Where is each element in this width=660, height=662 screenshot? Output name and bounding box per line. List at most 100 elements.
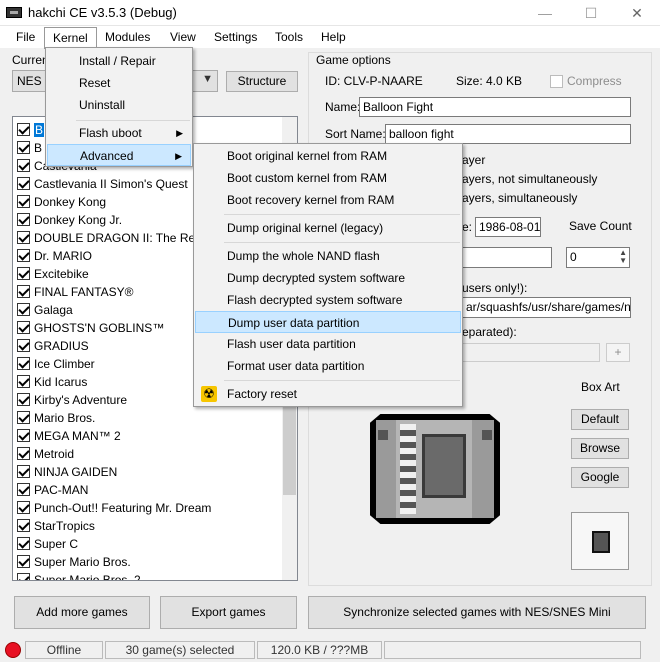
menu-item-advanced[interactable]: Advanced ▶ [47,144,191,166]
menu-help[interactable]: Help [313,26,354,48]
game-checkbox[interactable] [17,303,30,316]
list-item[interactable]: DOUBLE DRAGON II: The Reve [17,229,208,247]
game-checkbox[interactable] [17,483,30,496]
game-checkbox[interactable] [17,159,30,172]
list-item[interactable]: FINAL FANTASY® [17,283,134,301]
players-option-1[interactable]: ayer [462,153,485,167]
compress-checkbox[interactable] [550,75,563,88]
release-date-field[interactable]: 1986-08-01 [475,217,541,237]
command-args-field[interactable]: ar/squashfs/usr/share/games/nes [462,297,631,318]
name-field[interactable]: Balloon Fight [359,97,631,117]
publisher-field[interactable] [462,247,552,268]
menu-settings[interactable]: Settings [206,26,265,48]
game-checkbox[interactable] [17,213,30,226]
menu-item-boot-recovery-kernel[interactable]: Boot recovery kernel from RAM [195,189,461,211]
list-item[interactable]: Galaga [17,301,73,319]
menu-item-factory-reset[interactable]: ☢ Factory reset [195,383,461,405]
list-item[interactable]: Donkey Kong Jr. [17,211,122,229]
game-checkbox[interactable] [17,501,30,514]
game-checkbox[interactable] [17,429,30,442]
menu-item-boot-custom-kernel[interactable]: Boot custom kernel from RAM [195,167,461,189]
list-item[interactable]: MEGA MAN™ 2 [17,427,121,445]
game-checkbox[interactable] [17,177,30,190]
game-checkbox[interactable] [17,339,30,352]
list-item[interactable]: Kirby's Adventure [17,391,127,409]
save-count-stepper[interactable]: 0 ▲ ▼ [566,247,630,268]
game-checkbox[interactable] [17,519,30,532]
list-item[interactable]: Metroid [17,445,74,463]
game-checkbox[interactable] [17,555,30,568]
game-checkbox[interactable] [17,393,30,406]
export-games-button[interactable]: Export games [160,596,297,629]
game-checkbox[interactable] [17,375,30,388]
list-item[interactable]: GHOSTS'N GOBLINS™ [17,319,164,337]
thumbnail-box[interactable] [571,512,629,570]
maximize-button[interactable]: ☐ [568,0,614,26]
list-item[interactable]: Super Mario Bros. 2 [17,571,141,580]
menu-item-format-user-data[interactable]: Format user data partition [195,355,461,377]
list-item[interactable]: Excitebike [17,265,89,283]
menu-view[interactable]: View [162,26,204,48]
menu-item-dump-system-software[interactable]: Dump decrypted system software [195,267,461,289]
list-item[interactable]: B [17,139,42,157]
list-item[interactable]: Super C [17,535,78,553]
menu-item-reset[interactable]: Reset [47,72,191,94]
list-item[interactable]: Castlevania II Simon's Quest [17,175,188,193]
menu-item-flash-uboot[interactable]: Flash uboot ▶ [47,122,191,144]
list-item[interactable]: Kid Icarus [17,373,87,391]
list-item[interactable]: NINJA GAIDEN [17,463,117,481]
game-checkbox[interactable] [17,267,30,280]
game-checkbox[interactable] [17,321,30,334]
game-checkbox[interactable] [17,195,30,208]
browse-button[interactable]: Browse [571,438,629,459]
list-item[interactable]: PAC-MAN [17,481,88,499]
sync-button[interactable]: Synchronize selected games with NES/SNES… [308,596,646,629]
list-item[interactable]: StarTropics [17,517,95,535]
list-item[interactable]: Ice Climber [17,355,95,373]
list-item[interactable]: Donkey Kong [17,193,106,211]
list-item[interactable]: Punch-Out!! Featuring Mr. Dream [17,499,211,517]
structure-button[interactable]: Structure [226,71,298,92]
game-checkbox[interactable] [17,231,30,244]
menu-item-dump-original-kernel[interactable]: Dump original kernel (legacy) [195,217,461,239]
list-item[interactable]: Dr. MARIO [17,247,92,265]
stepper-arrows-icon[interactable]: ▲ ▼ [619,249,627,265]
game-checkbox[interactable] [17,447,30,460]
game-checkbox[interactable] [17,357,30,370]
menu-item-flash-user-data[interactable]: Flash user data partition [195,333,461,355]
menu-modules[interactable]: Modules [97,26,158,48]
default-button[interactable]: Default [571,409,629,430]
menu-tools[interactable]: Tools [267,26,311,48]
game-checkbox[interactable] [17,285,30,298]
players-option-2[interactable]: ayers, not simultaneously [462,172,597,186]
menu-item-install-repair[interactable]: Install / Repair [47,50,191,72]
game-checkbox[interactable] [17,123,30,136]
game-checkbox[interactable] [17,537,30,550]
menu-item-dump-nand[interactable]: Dump the whole NAND flash [195,245,461,267]
game-checkbox[interactable] [17,249,30,262]
menu-file[interactable]: File [8,26,43,48]
game-title: GRADIUS [34,339,89,353]
game-checkbox[interactable] [17,141,30,154]
list-item[interactable]: GRADIUS [17,337,89,355]
game-checkbox[interactable] [17,573,30,580]
menu-item-dump-user-data[interactable]: Dump user data partition [195,311,461,333]
list-item[interactable]: Mario Bros. [17,409,95,427]
minimize-button[interactable]: — [522,0,568,26]
box-art-image[interactable] [370,410,500,530]
menu-kernel[interactable]: Kernel [44,27,97,49]
sort-name-field[interactable]: balloon fight [385,124,631,144]
list-item[interactable]: Super Mario Bros. [17,553,131,571]
close-button[interactable]: ✕ [614,0,660,26]
menu-item-boot-original-kernel[interactable]: Boot original kernel from RAM [195,145,461,167]
menu-item-flash-system-software[interactable]: Flash decrypted system software [195,289,461,311]
genre-field[interactable] [462,343,600,362]
menu-item-uninstall[interactable]: Uninstall [47,94,191,116]
game-checkbox[interactable] [17,465,30,478]
players-option-3[interactable]: ayers, simultaneously [462,191,577,205]
plus-button[interactable]: + [606,343,630,362]
add-more-games-button[interactable]: Add more games [14,596,150,629]
list-item[interactable]: B [17,121,45,139]
game-checkbox[interactable] [17,411,30,424]
google-button[interactable]: Google [571,467,629,488]
